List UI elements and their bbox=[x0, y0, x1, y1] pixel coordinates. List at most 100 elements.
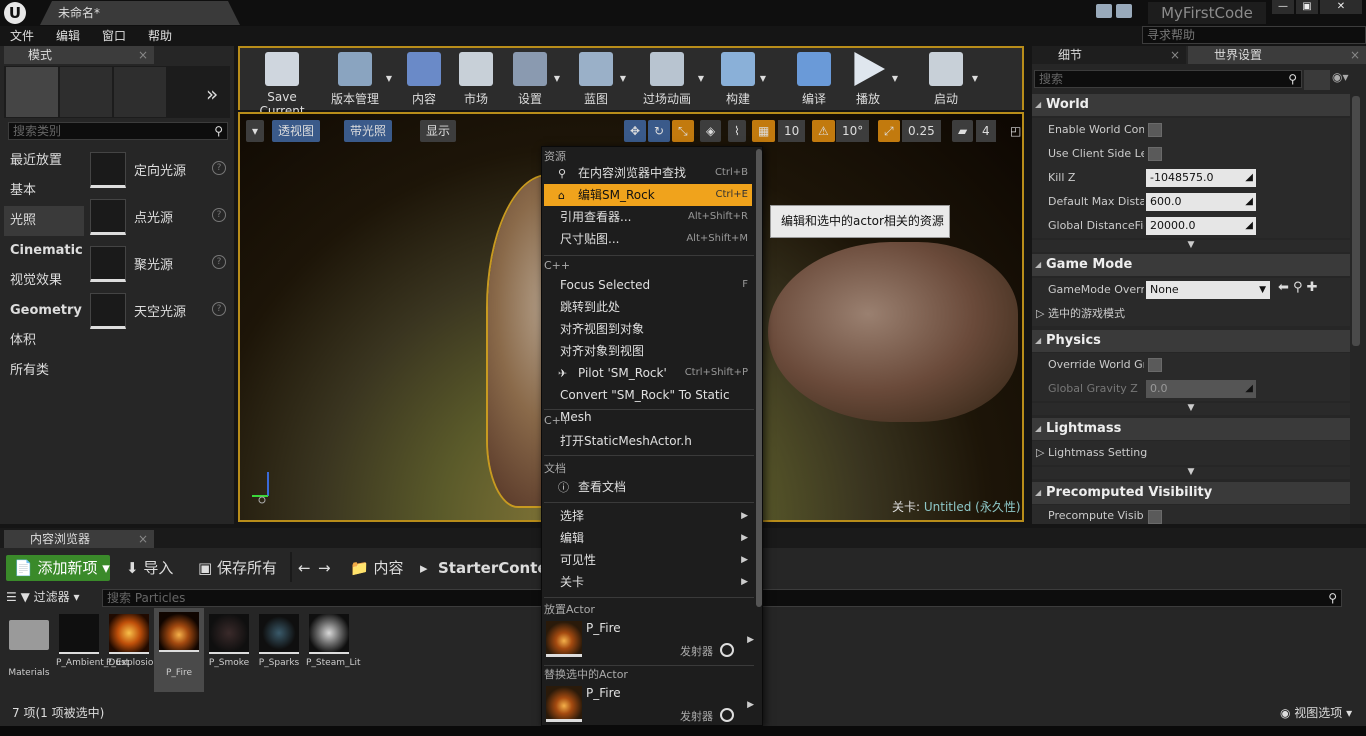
chat-icon[interactable] bbox=[1096, 4, 1112, 18]
chevron-down-icon[interactable]: ▼ bbox=[892, 74, 898, 83]
modes-tab[interactable]: 模式 × bbox=[4, 46, 154, 64]
menu-edit[interactable]: 编辑 bbox=[56, 27, 80, 44]
chevron-right-icon[interactable]: » bbox=[206, 82, 218, 106]
paint-mode-icon[interactable] bbox=[60, 67, 112, 117]
category-lights[interactable]: 光照 bbox=[4, 206, 84, 236]
expand-icon[interactable]: ▼ bbox=[1032, 403, 1350, 415]
back-icon[interactable]: ← bbox=[298, 556, 311, 580]
menu-item-visibility[interactable]: 可见性 ▶ bbox=[544, 549, 752, 571]
menu-item-go-here[interactable]: 跳转到此处 bbox=[544, 296, 752, 318]
help-search-input[interactable]: 寻求帮助 bbox=[1142, 26, 1366, 44]
tab-world-settings[interactable]: 世界设置 × bbox=[1188, 46, 1366, 64]
browse-icons[interactable]: ⬅ ⚲ ✚ bbox=[1278, 280, 1318, 295]
menu-item-reference-viewer[interactable]: 引用查看器... Alt+Shift+R bbox=[544, 206, 752, 228]
checkbox[interactable] bbox=[1148, 358, 1162, 372]
maximize-button[interactable]: ▣ bbox=[1296, 0, 1318, 14]
menu-item-find-in-content-browser[interactable]: ⚲ 在内容浏览器中查找 Ctrl+B bbox=[544, 162, 752, 184]
settings-button[interactable]: 设置 ▼ bbox=[510, 52, 560, 108]
menu-item-place-actor[interactable]: P_Fire 发射器 ▶ bbox=[544, 617, 754, 663]
scale-icon[interactable]: ⤡ bbox=[672, 120, 694, 142]
category-all-classes[interactable]: 所有类 bbox=[4, 356, 84, 386]
help-icon[interactable]: ? bbox=[212, 208, 226, 222]
close-icon[interactable]: × bbox=[1170, 46, 1180, 64]
gamemode-section-header[interactable]: Game Mode bbox=[1032, 254, 1350, 276]
launch-button[interactable]: 启动 ▼ bbox=[924, 52, 978, 108]
menu-item-edit[interactable]: 编辑 ▶ bbox=[544, 527, 752, 549]
maximize-viewport-icon[interactable]: ◰ bbox=[1004, 120, 1022, 142]
kill-z-field[interactable]: -1048575.0 ◢ bbox=[1146, 169, 1256, 187]
drag-handle-icon[interactable]: ◢ bbox=[1245, 193, 1253, 211]
surface-snap-icon[interactable]: ⌇ bbox=[728, 120, 746, 142]
play-button[interactable]: 播放 ▼ bbox=[848, 52, 898, 108]
details-search-input[interactable]: 搜索 ⚲ bbox=[1034, 70, 1302, 88]
marketplace-icon[interactable] bbox=[1116, 4, 1132, 18]
place-mode-icon[interactable] bbox=[6, 67, 58, 117]
chevron-down-icon[interactable]: ▼ bbox=[386, 74, 392, 83]
chevron-down-icon[interactable]: ▼ bbox=[620, 74, 626, 83]
camera-speed-icon[interactable]: ▰ bbox=[952, 120, 974, 142]
lit-button[interactable]: 带光照 bbox=[344, 120, 393, 142]
asset-tile[interactable]: P_Steam_Lit bbox=[306, 610, 361, 668]
save-current-button[interactable]: Save Current bbox=[244, 52, 320, 118]
perspective-button[interactable]: 透视图 bbox=[272, 120, 321, 142]
menu-help[interactable]: 帮助 bbox=[148, 27, 172, 44]
minimize-button[interactable]: — bbox=[1272, 0, 1294, 14]
landscape-mode-icon[interactable] bbox=[114, 67, 166, 117]
scale-snap-icon[interactable]: ⤢ bbox=[878, 120, 900, 142]
list-item[interactable]: 定向光源 ? bbox=[90, 146, 230, 193]
category-cinematic[interactable]: Cinematic bbox=[4, 236, 84, 266]
asset-tile[interactable]: P_Fire bbox=[154, 608, 204, 692]
category-geometry[interactable]: Geometry bbox=[4, 296, 84, 326]
menu-item-snap-view-to-object[interactable]: 对齐视图到对象 bbox=[544, 318, 752, 340]
category-basic[interactable]: 基本 bbox=[4, 176, 84, 206]
document-tab[interactable]: 未命名* bbox=[40, 1, 240, 25]
list-item[interactable]: 点光源 ? bbox=[90, 193, 230, 240]
list-item[interactable]: 天空光源 ? bbox=[90, 287, 230, 334]
expand-icon[interactable]: ▼ bbox=[1032, 240, 1350, 252]
distance-field-field[interactable]: 20000.0 ◢ bbox=[1146, 217, 1256, 235]
drag-handle-icon[interactable]: ◢ bbox=[1245, 217, 1253, 235]
menu-window[interactable]: 窗口 bbox=[102, 27, 126, 44]
precomputed-section-header[interactable]: Precomputed Visibility bbox=[1032, 482, 1350, 504]
physics-section-header[interactable]: Physics bbox=[1032, 330, 1350, 352]
path-separator-icon[interactable]: ▸ bbox=[420, 556, 428, 580]
filters-button[interactable]: ☰ ▼ 过滤器 ▾ bbox=[6, 588, 79, 605]
path-root-button[interactable]: 📁 内容 bbox=[350, 556, 403, 580]
world-section-header[interactable]: World bbox=[1032, 94, 1350, 116]
translate-icon[interactable]: ✥ bbox=[624, 120, 647, 142]
close-button[interactable]: ✕ bbox=[1320, 0, 1362, 14]
menu-item-pilot[interactable]: ✈ Pilot 'SM_Rock' Ctrl+Shift+P bbox=[544, 362, 752, 384]
modes-search-input[interactable]: 搜索类别 ⚲ bbox=[8, 122, 228, 140]
grid-snap-icon[interactable]: ▦ bbox=[752, 120, 776, 142]
category-recent[interactable]: 最近放置 bbox=[4, 146, 84, 176]
eye-icon[interactable]: ◉▾ bbox=[1332, 70, 1349, 84]
compile-button[interactable]: 编译 bbox=[796, 52, 832, 108]
cinematics-button[interactable]: 过场动画 ▼ bbox=[640, 52, 704, 108]
camera-speed-value[interactable]: 4 bbox=[976, 120, 996, 142]
context-menu-scrollbar[interactable] bbox=[756, 149, 762, 607]
close-icon[interactable]: × bbox=[1350, 46, 1360, 64]
forward-icon[interactable]: → bbox=[318, 556, 331, 580]
max-distance-field[interactable]: 600.0 ◢ bbox=[1146, 193, 1256, 211]
add-new-button[interactable]: 📄 添加新项 ▾ bbox=[6, 555, 110, 581]
chevron-down-icon[interactable]: ▼ bbox=[554, 74, 560, 83]
drag-handle-icon[interactable]: ◢ bbox=[1245, 169, 1253, 187]
rotation-snap-value[interactable]: 10° bbox=[836, 120, 870, 142]
help-icon[interactable]: ? bbox=[212, 302, 226, 316]
checkbox[interactable] bbox=[1148, 147, 1162, 161]
chevron-down-icon[interactable]: ▼ bbox=[760, 74, 766, 83]
rotate-icon[interactable]: ↻ bbox=[648, 120, 671, 142]
blueprints-button[interactable]: 蓝图 ▼ bbox=[576, 52, 626, 108]
property-row[interactable]: ▷ Lightmass Setting bbox=[1032, 441, 1350, 465]
close-icon[interactable]: × bbox=[138, 46, 148, 64]
chevron-down-icon[interactable]: ▼ bbox=[972, 74, 978, 83]
build-button[interactable]: 构建 ▼ bbox=[720, 52, 766, 108]
menu-item-snap-object-to-view[interactable]: 对齐对象到视图 bbox=[544, 340, 752, 362]
checkbox[interactable] bbox=[1148, 510, 1162, 524]
menu-item-view-docs[interactable]: ⓘ 查看文档 bbox=[544, 476, 752, 498]
rotation-snap-icon[interactable]: ⚠ bbox=[812, 120, 835, 142]
close-icon[interactable]: × bbox=[138, 530, 148, 548]
lightmass-section-header[interactable]: Lightmass bbox=[1032, 418, 1350, 440]
view-options-button[interactable]: ◉ 视图选项 ▾ bbox=[1280, 704, 1352, 721]
coordinate-space-icon[interactable]: ◈ bbox=[700, 120, 722, 142]
